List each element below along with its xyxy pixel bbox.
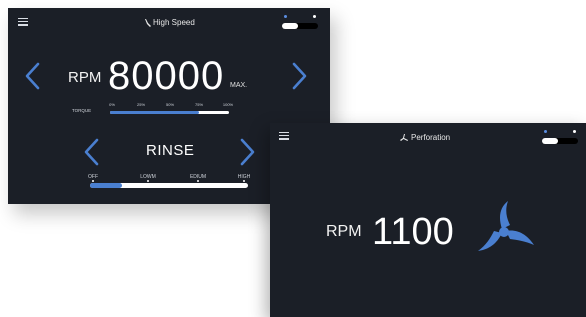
- toggle-on-dot: [313, 15, 316, 18]
- perforation-icon: [400, 133, 408, 141]
- toggle-on-dot: [573, 130, 576, 133]
- flow-slider-fill: [90, 183, 122, 188]
- mode-toggle[interactable]: [542, 130, 578, 146]
- torque-label: TORQUE: [72, 108, 92, 113]
- rpm-increase-button[interactable]: [292, 62, 308, 90]
- torque-tick-label: 100%: [222, 102, 234, 107]
- torque-tick-label: 25%: [136, 102, 146, 107]
- mode-previous-button[interactable]: [83, 138, 99, 166]
- mode-label: RINSE: [146, 142, 195, 159]
- rpm-label: RPM: [326, 223, 362, 240]
- menu-icon[interactable]: [279, 132, 289, 140]
- flow-tick-dot: [147, 180, 149, 182]
- rpm-value: 1100: [372, 211, 454, 253]
- toggle-off-dot: [544, 130, 547, 133]
- flow-tick-dot: [243, 180, 245, 182]
- title-text: Perforation: [411, 133, 451, 142]
- torque-tick-label: 0%: [109, 102, 115, 107]
- panel-title: Perforation: [400, 133, 450, 142]
- spindle-icon: [145, 18, 151, 27]
- panel-title: High Speed: [144, 18, 195, 27]
- title-text: High Speed: [153, 18, 195, 27]
- toggle-knob: [282, 23, 298, 29]
- rotation-icon: [478, 201, 534, 251]
- torque-slider-fill: [110, 111, 200, 114]
- perforation-panel: Perforation RPM 1100: [270, 123, 586, 317]
- flow-tick-dot: [92, 180, 94, 182]
- max-label: MAX.: [230, 82, 248, 89]
- rpm-decrease-button[interactable]: [24, 62, 40, 90]
- torque-tick-label: 75%: [194, 102, 204, 107]
- toggle-knob: [542, 138, 558, 144]
- flow-tick-dot: [197, 180, 199, 182]
- toggle-off-dot: [284, 15, 287, 18]
- rpm-label: RPM: [68, 69, 102, 86]
- rpm-value: 80000: [108, 54, 225, 98]
- mode-toggle[interactable]: [282, 15, 318, 31]
- torque-tick-label: 50%: [165, 102, 175, 107]
- menu-icon[interactable]: [18, 18, 28, 26]
- mode-next-button[interactable]: [240, 138, 256, 166]
